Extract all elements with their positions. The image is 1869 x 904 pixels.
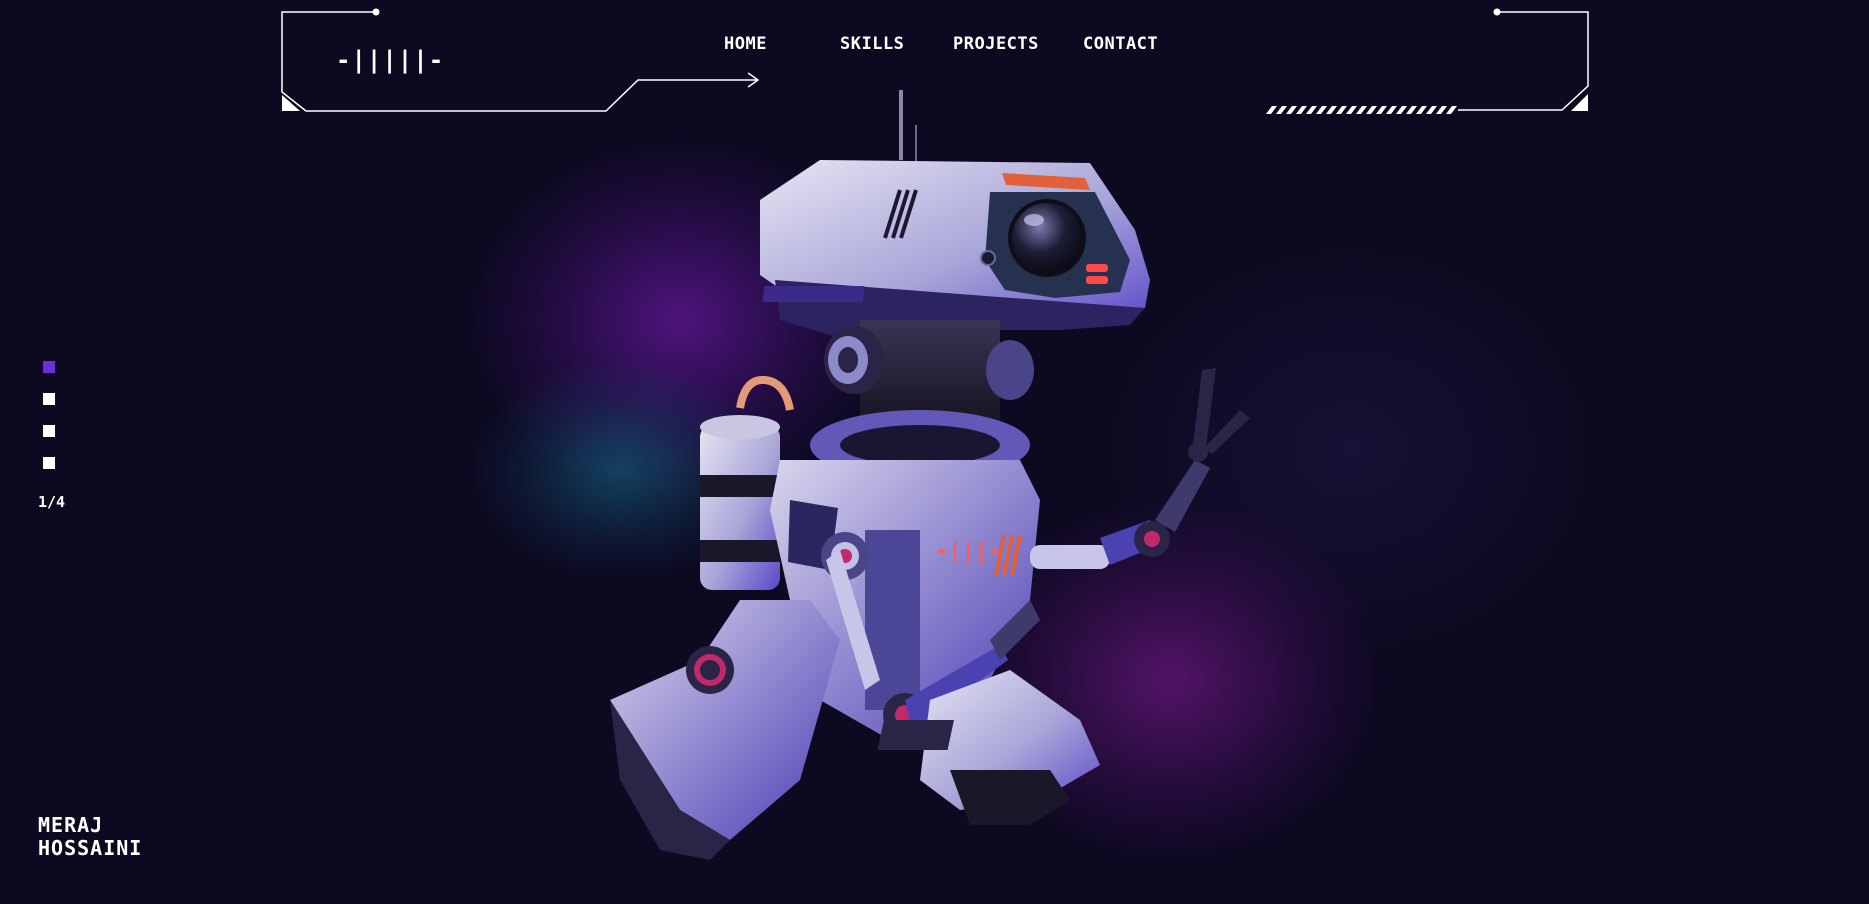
slide-dot-3[interactable] [43,425,55,437]
robot-eye-highlight [1024,214,1044,226]
header-frame-left-corner [282,95,300,111]
header-frame-right-corner [1571,94,1588,111]
hero-stage: -|||- -|||||- HOME SKILLS PROJECTS CONTA… [0,0,1869,904]
robot-left-leg [610,600,840,860]
slide-dot-1[interactable] [43,361,55,373]
author-first-name: MERAJ [38,813,104,837]
header-frame-left-dot [372,8,380,16]
header-frame-right [1458,11,1589,111]
robot-neck-joint-right [986,340,1034,400]
header-frame-right-dot [1493,8,1501,16]
robot-illustration: -|||- [590,80,1280,860]
robot-body-collar-inner [840,425,1000,465]
slide-dot-2[interactable] [43,393,55,405]
robot-eye-small [980,250,996,266]
robot-neck-joint-left [824,326,884,394]
slide-dot-4[interactable] [43,457,55,469]
nav-home-link[interactable]: HOME [724,34,767,54]
nav-contact-link[interactable]: CONTACT [1083,34,1158,54]
robot-chest-logo: -|||- [935,539,1001,564]
header-frame-hatch [1266,106,1457,114]
nav-skills-link[interactable]: SKILLS [840,34,904,54]
nav-projects-link[interactable]: PROJECTS [953,34,1039,54]
author-name: MERAJ HOSSAINI [38,814,142,860]
author-last-name: HOSSAINI [38,836,143,860]
slide-counter: 1/4 [38,493,66,511]
slide-indicator [43,361,55,489]
robot-svg: -|||- [610,90,1250,860]
robot-head-slot [762,286,865,302]
robot-right-arm [1030,368,1250,569]
robot-eye-lens [1008,199,1086,277]
site-logo[interactable]: -|||||- [336,46,444,74]
